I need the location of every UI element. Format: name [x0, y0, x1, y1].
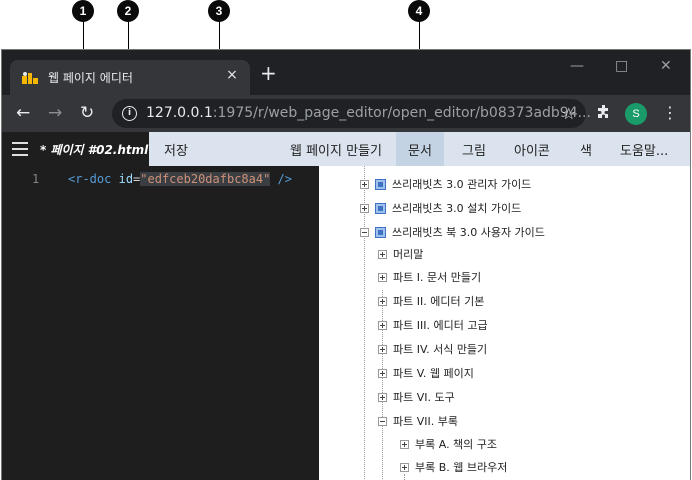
tree-item[interactable]: 파트 I. 문서 만들기: [378, 267, 481, 287]
collapse-icon[interactable]: [360, 227, 369, 237]
tree-item-label: 부록 B. 웹 브라우저: [415, 461, 508, 474]
attribute-name: id: [118, 172, 134, 186]
document-tree: 쓰리래빗츠 3.0 관리자 가이드 쓰리래빗츠 3.0 설치 가이드 쓰리래빗츠…: [319, 166, 690, 480]
tree-item-label: 쓰리래빗츠 3.0 관리자 가이드: [392, 178, 532, 191]
window-close-icon[interactable]: ✕: [660, 58, 672, 74]
tree-item[interactable]: 파트 III. 에디터 고급: [378, 315, 488, 335]
hamburger-menu-icon[interactable]: [12, 142, 28, 156]
address-bar[interactable]: i 127.0.0.1:1975/r/web_page_editor/open_…: [112, 99, 591, 128]
book-icon: [375, 202, 386, 214]
menu-icon[interactable]: 아이콘: [514, 140, 550, 159]
tree-item[interactable]: 쓰리래빗츠 3.0 관리자 가이드: [360, 174, 531, 194]
browser-window: 웹 페이지 에디터 × + — □ ✕ ← → ↻ i 127.0.0.1:19…: [1, 49, 691, 480]
callout-marker-3: 3: [208, 0, 230, 22]
close-icon[interactable]: ×: [222, 67, 242, 83]
book-icon: [375, 226, 386, 238]
tree-item-label: 머리말: [393, 248, 424, 261]
menu-image[interactable]: 그림: [462, 140, 486, 159]
file-name: * 페이지 #02.html: [40, 143, 149, 157]
menu-document[interactable]: 문서: [408, 140, 432, 159]
app-favicon: [22, 72, 38, 84]
menu-help[interactable]: 도움말...: [620, 140, 668, 159]
tree-item-label: 파트 I. 문서 만들기: [393, 271, 482, 284]
expand-icon[interactable]: [378, 296, 387, 306]
reload-icon[interactable]: ↻: [80, 103, 94, 123]
expand-icon[interactable]: [378, 320, 387, 330]
menu-color[interactable]: 색: [580, 140, 592, 159]
line-number: 1: [32, 172, 40, 186]
forward-icon[interactable]: →: [48, 103, 62, 123]
tree-item-label: 파트 III. 에디터 고급: [393, 319, 488, 332]
avatar[interactable]: S: [625, 103, 647, 125]
maximize-icon[interactable]: □: [615, 58, 628, 74]
tag-name: r-doc: [75, 172, 112, 186]
tree-item[interactable]: 쓰리래빗츠 3.0 설치 가이드: [360, 198, 521, 218]
expand-icon[interactable]: [360, 179, 369, 189]
tree-item-label: 파트 VI. 도구: [393, 391, 455, 404]
callout-marker-1: 1: [72, 0, 94, 22]
url-text[interactable]: 127.0.0.1:1975/r/web_page_editor/open_ed…: [146, 105, 591, 121]
editor-app-bar: * 페이지 #02.html 저장 웹 페이지 만들기 문서 그림 아이콘 색 …: [2, 132, 690, 166]
tree-item-label: 파트 II. 에디터 기본: [393, 295, 485, 308]
book-icon: [375, 178, 386, 190]
callout-marker-2: 2: [117, 0, 139, 22]
menu-make-webpage[interactable]: 웹 페이지 만들기: [290, 140, 382, 159]
expand-icon[interactable]: [400, 462, 409, 472]
tab-strip: 웹 페이지 에디터 × + — □ ✕: [2, 50, 690, 95]
tree-item[interactable]: 쓰리래빗츠 북 3.0 사용자 가이드: [360, 222, 545, 242]
extensions-icon[interactable]: [596, 104, 612, 120]
collapse-icon[interactable]: [378, 416, 387, 426]
tree-item-label: 파트 VII. 부록: [393, 415, 458, 428]
tree-item-label: 파트 IV. 서식 만들기: [393, 343, 488, 356]
expand-icon[interactable]: [378, 392, 387, 402]
tree-item-label: 쓰리래빗츠 3.0 설치 가이드: [392, 202, 522, 215]
tree-item-label: 부록 A. 책의 구조: [415, 438, 498, 451]
kebab-menu-icon[interactable]: ⋮: [662, 103, 678, 122]
tree-item[interactable]: 머리말: [378, 244, 423, 264]
expand-icon[interactable]: [360, 203, 369, 213]
expand-icon[interactable]: [378, 272, 387, 282]
code-line[interactable]: <r-doc id="edfceb20dafbc8a4" />: [68, 172, 292, 186]
back-icon[interactable]: ←: [16, 103, 30, 123]
file-header: * 페이지 #02.html: [2, 132, 149, 166]
expand-icon[interactable]: [400, 439, 409, 449]
tree-item-label: 파트 V. 웹 페이지: [393, 367, 474, 380]
tree-item[interactable]: 파트 V. 웹 페이지: [378, 363, 474, 383]
callout-marker-4: 4: [408, 0, 430, 22]
plus-icon[interactable]: +: [260, 63, 277, 83]
url-host: 127.0.0.1: [146, 105, 213, 121]
tree-item-label: 쓰리래빗츠 북 3.0 사용자 가이드: [392, 226, 545, 239]
url-path: :1975/r/web_page_editor/open_editor/b083…: [212, 105, 591, 121]
tree-item[interactable]: 파트 VI. 도구: [378, 387, 455, 407]
expand-icon[interactable]: [378, 344, 387, 354]
star-icon[interactable]: ☆: [562, 104, 576, 123]
save-button[interactable]: 저장: [164, 140, 188, 159]
info-icon[interactable]: i: [122, 106, 137, 121]
code-editor[interactable]: 1 <r-doc id="edfceb20dafbc8a4" />: [2, 166, 319, 480]
tree-item[interactable]: 부록 B. 웹 브라우저: [400, 457, 507, 477]
minimize-icon[interactable]: —: [570, 58, 584, 74]
expand-icon[interactable]: [378, 368, 387, 378]
expand-icon[interactable]: [378, 249, 387, 259]
browser-tab[interactable]: 웹 페이지 에디터 ×: [10, 60, 250, 95]
tree-item[interactable]: 파트 IV. 서식 만들기: [378, 339, 487, 359]
tab-title: 웹 페이지 에디터: [48, 71, 133, 85]
tree-item[interactable]: 파트 VII. 부록: [378, 411, 458, 431]
attribute-value: "edfceb20dafbc8a4": [140, 172, 271, 186]
tree-item[interactable]: 파트 II. 에디터 기본: [378, 291, 484, 311]
tree-item[interactable]: 부록 A. 책의 구조: [400, 434, 497, 454]
browser-toolbar: ← → ↻ i 127.0.0.1:1975/r/web_page_editor…: [2, 95, 690, 132]
tag-close: />: [270, 172, 293, 186]
